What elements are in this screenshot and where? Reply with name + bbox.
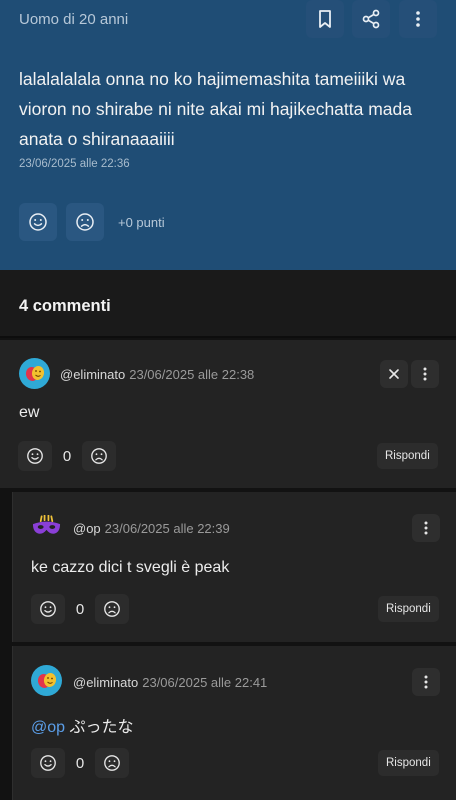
post-author: Uomo di 20 anni <box>19 11 129 28</box>
share-button[interactable] <box>352 0 390 38</box>
comment-upvote-button[interactable] <box>31 594 65 624</box>
comment-mention[interactable]: @op <box>31 719 65 736</box>
frown-icon <box>91 448 107 464</box>
theater-masks-icon <box>37 672 56 688</box>
comment-score: 0 <box>62 448 72 465</box>
comment-more-button[interactable] <box>412 514 440 542</box>
theater-masks-icon <box>25 365 44 381</box>
comment-score: 0 <box>75 755 85 772</box>
comment-upvote-button[interactable] <box>31 748 65 778</box>
comment-text: ew <box>19 404 39 422</box>
more-vertical-icon <box>424 675 428 689</box>
comments-header: 4 commenti <box>0 270 456 338</box>
comment-text-body: ぷったな <box>69 719 134 736</box>
comment-timestamp: 23/06/2025 alle 22:41 <box>142 675 268 690</box>
comment-card: @eliminato 23/06/2025 alle 22:38 ew 0 Ris… <box>0 340 456 488</box>
post-points: +0 punti <box>118 215 165 230</box>
reply-thread-rail <box>0 488 12 800</box>
reply-button[interactable]: Rispondi <box>378 750 439 776</box>
close-icon <box>389 369 399 379</box>
close-comment-button[interactable] <box>380 360 408 388</box>
downvote-button[interactable] <box>66 203 104 241</box>
more-vertical-icon <box>423 367 427 381</box>
comment-header: @eliminato 23/06/2025 alle 22:41 <box>73 675 267 690</box>
comment-upvote-button[interactable] <box>18 441 52 471</box>
comment-header: @eliminato 23/06/2025 alle 22:38 <box>60 367 254 382</box>
reply-button[interactable]: Rispondi <box>378 596 439 622</box>
comment-timestamp: 23/06/2025 alle 22:39 <box>104 521 230 536</box>
more-vertical-icon <box>416 11 420 27</box>
reply-button[interactable]: Rispondi <box>377 443 438 469</box>
comment-more-button[interactable] <box>412 668 440 696</box>
post-timestamp: 23/06/2025 alle 22:36 <box>19 158 130 170</box>
comment-card-reply: @op 23/06/2025 alle 22:39 ke cazzo dici t… <box>12 492 456 642</box>
comment-score: 0 <box>75 601 85 618</box>
post-text: lalalalalala onna no ko hajimemashita ta… <box>19 69 412 149</box>
comment-downvote-button[interactable] <box>95 594 129 624</box>
comment-username[interactable]: @eliminato <box>73 675 138 690</box>
comment-downvote-button[interactable] <box>95 748 129 778</box>
bookmark-icon <box>319 10 331 28</box>
comment-header: @op 23/06/2025 alle 22:39 <box>73 521 230 536</box>
comment-more-button[interactable] <box>411 360 439 388</box>
comment-text: @op ぷったな <box>31 713 134 737</box>
avatar <box>31 511 62 542</box>
smile-icon <box>40 755 56 771</box>
smile-icon <box>27 448 43 464</box>
avatar <box>31 665 62 696</box>
post-more-button[interactable] <box>399 0 437 38</box>
avatar <box>19 358 50 389</box>
bookmark-button[interactable] <box>306 0 344 38</box>
comment-downvote-button[interactable] <box>82 441 116 471</box>
frown-icon <box>104 755 120 771</box>
comment-card-reply: @eliminato 23/06/2025 alle 22:41 @op ぷったな… <box>12 646 456 800</box>
smile-icon <box>40 601 56 617</box>
upvote-button[interactable] <box>19 203 57 241</box>
comment-text-body: ew <box>19 404 40 421</box>
carnival-mask-icon <box>32 514 61 534</box>
frown-icon <box>104 601 120 617</box>
comment-timestamp: 23/06/2025 alle 22:38 <box>129 367 255 382</box>
share-icon <box>362 9 380 29</box>
more-vertical-icon <box>424 521 428 535</box>
comment-text-body: ke cazzo dici t svegli è peak <box>31 559 230 576</box>
frown-icon <box>76 213 94 231</box>
comment-username[interactable]: @op <box>73 521 101 536</box>
comment-text: ke cazzo dici t svegli è peak <box>31 559 229 577</box>
post-card: Uomo di 20 anni lalalalalala onna no ko … <box>0 0 456 270</box>
comment-username[interactable]: @eliminato <box>60 367 125 382</box>
smile-icon <box>29 213 47 231</box>
comments-count-title: 4 commenti <box>19 297 111 315</box>
